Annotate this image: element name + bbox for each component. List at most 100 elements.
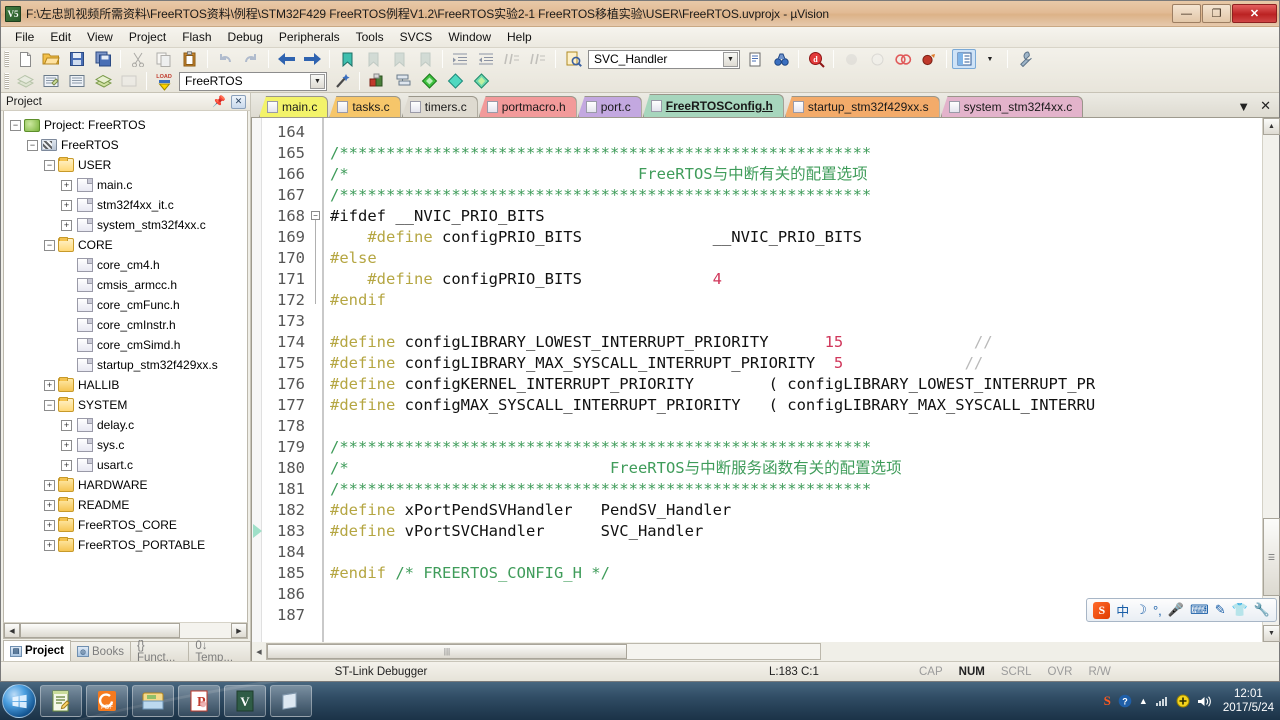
vscroll-thumb[interactable]: ☰ [1263,518,1280,596]
expand-icon[interactable]: + [61,179,72,191]
breakpoint-margin[interactable] [252,118,262,642]
new-file-button[interactable] [13,49,37,69]
scroll-down-arrow-icon[interactable]: ▼ [1263,625,1280,642]
code-line[interactable]: /***************************************… [330,437,871,458]
start-button[interactable] [2,684,36,718]
current-line-arrow-icon[interactable] [253,524,262,538]
code-folding-margin[interactable]: − [310,118,322,642]
menu-window[interactable]: Window [440,28,499,46]
editor-scroll-left-icon[interactable]: ◀ [252,644,266,660]
bookmark-clear-button[interactable] [413,49,437,69]
code-line[interactable]: #define vPortSVCHandler SVC_Handler [330,521,703,542]
scroll-right-arrow-icon[interactable]: ▶ [231,623,247,638]
ime-handwriting-icon[interactable]: ✎ [1215,602,1226,618]
redo-button[interactable] [239,49,263,69]
code-line[interactable]: /***************************************… [330,143,871,164]
collapse-icon[interactable]: − [44,239,55,251]
menu-tools[interactable]: Tools [348,28,392,46]
code-editor[interactable]: 164 165 166 167 168 169 170 171 172 173 174 175 176 1… [251,118,1280,642]
tab-close-icon[interactable]: ✕ [1260,98,1271,114]
code-line[interactable]: /* FreeRTOS与中断有关的配置选项 [330,164,868,185]
code-line[interactable]: #endif [330,290,386,311]
tree-node[interactable]: − Project: FreeRTOS [4,115,247,135]
tree-node[interactable]: + FreeRTOS_CORE [4,515,247,535]
taskbar-app-notepad[interactable] [40,685,82,717]
tray-help-icon[interactable]: ? [1118,694,1132,708]
tree-node[interactable]: − USER [4,155,247,175]
cut-button[interactable] [126,49,150,69]
expand-icon[interactable]: + [44,479,55,491]
document-tab-main-c[interactable]: main.c [259,96,329,117]
chevron-down-icon[interactable]: ▼ [723,51,738,67]
breakpoint-disable-button[interactable] [865,49,889,69]
ime-skin-icon[interactable]: 👕 [1232,602,1248,618]
tree-node[interactable]: + usart.c [4,455,247,475]
expand-icon[interactable]: + [44,539,55,551]
code-line[interactable]: #define xPortPendSVHandler PendSV_Handle… [330,500,731,521]
expand-icon[interactable]: + [44,499,55,511]
menu-view[interactable]: View [79,28,121,46]
bookmark-prev-button[interactable] [361,49,385,69]
navigate-back-button[interactable] [274,49,298,69]
menu-svcs[interactable]: SVCS [392,28,441,46]
tree-node[interactable]: startup_stm32f429xx.s [4,355,247,375]
go-to-definition-button[interactable] [769,49,793,69]
toolbar-grip[interactable] [4,51,9,67]
ime-voice-input-icon[interactable]: 🎤 [1168,602,1184,618]
tray-sogou-icon[interactable]: S [1104,693,1111,709]
document-tab-tasks-c[interactable]: tasks.c [329,96,401,117]
tree-node[interactable]: core_cmFunc.h [4,295,247,315]
menu-project[interactable]: Project [121,28,174,46]
tree-node[interactable]: cmsis_armcc.h [4,275,247,295]
project-tree[interactable]: − Project: FreeRTOS − FreeRTOS − USER + main.c +… [3,111,248,622]
taskbar-app-visio[interactable]: V [224,685,266,717]
pack-update-button[interactable] [443,71,467,91]
bookmark-toggle-button[interactable] [335,49,359,69]
symbol-browser-button[interactable] [743,49,767,69]
collapse-icon[interactable]: − [27,139,38,151]
tree-node[interactable]: + HALLIB [4,375,247,395]
ime-toolbox-icon[interactable]: 🔧 [1254,602,1270,618]
open-file-button[interactable] [39,49,63,69]
code-line[interactable]: #define configPRIO_BITS __NVIC_PRIO_BITS [330,227,862,248]
menu-flash[interactable]: Flash [174,28,219,46]
undo-button[interactable] [213,49,237,69]
pane-tab-project[interactable]: ▤ Project [3,640,71,661]
target-combo[interactable]: FreeRTOS ▼ [179,71,327,91]
configuration-wizard-button[interactable] [1013,49,1037,69]
manage-project-items-button[interactable] [365,71,389,91]
target-options-button[interactable] [330,71,354,91]
code-line[interactable]: #ifdef __NVIC_PRIO_BITS [330,206,545,227]
tray-action-center-icon[interactable] [1176,694,1190,708]
manage-windows-button[interactable] [952,49,976,69]
comment-button[interactable] [500,49,524,69]
pane-tab-books[interactable]: ◍ Books [70,641,131,661]
scroll-up-arrow-icon[interactable]: ▲ [1263,118,1280,135]
manage-run-time-button[interactable] [391,71,415,91]
target-chevron-down-icon[interactable]: ▼ [310,73,325,89]
collapse-icon[interactable]: − [10,119,21,131]
taskbar-app-pdf[interactable]: PDF [86,685,128,717]
navigate-forward-button[interactable] [300,49,324,69]
expand-icon[interactable]: + [61,199,72,211]
code-line[interactable]: #define configLIBRARY_LOWEST_INTERRUPT_P… [330,332,993,353]
code-line[interactable]: #define configPRIO_BITS 4 [330,269,722,290]
breakpoint-set-button[interactable] [917,49,941,69]
tray-show-hidden-icon[interactable]: ▲ [1139,696,1148,706]
tree-node[interactable]: + main.c [4,175,247,195]
menu-debug[interactable]: Debug [220,28,271,46]
expand-icon[interactable]: + [61,219,72,231]
ime-soft-keyboard-icon[interactable]: ⌨ [1190,602,1209,618]
taskbar-app-sticky-notes[interactable] [270,685,312,717]
tree-node[interactable]: core_cmInstr.h [4,315,247,335]
expand-icon[interactable]: + [44,379,55,391]
indent-button[interactable] [448,49,472,69]
outdent-button[interactable] [474,49,498,69]
taskbar-clock[interactable]: 12:01 2017/5/24 [1219,687,1274,715]
code-line[interactable]: #define configKERNEL_INTERRUPT_PRIORITY … [330,374,1095,395]
document-tab-portmacro-h[interactable]: portmacro.h [478,96,577,117]
pin-icon[interactable]: 📌 [212,95,226,108]
document-tab-system-stm32f4xx-c[interactable]: system_stm32f4xx.c [940,96,1084,117]
ime-punctuation-icon[interactable]: °, [1153,603,1162,618]
document-tab-timers-c[interactable]: timers.c [401,96,478,117]
